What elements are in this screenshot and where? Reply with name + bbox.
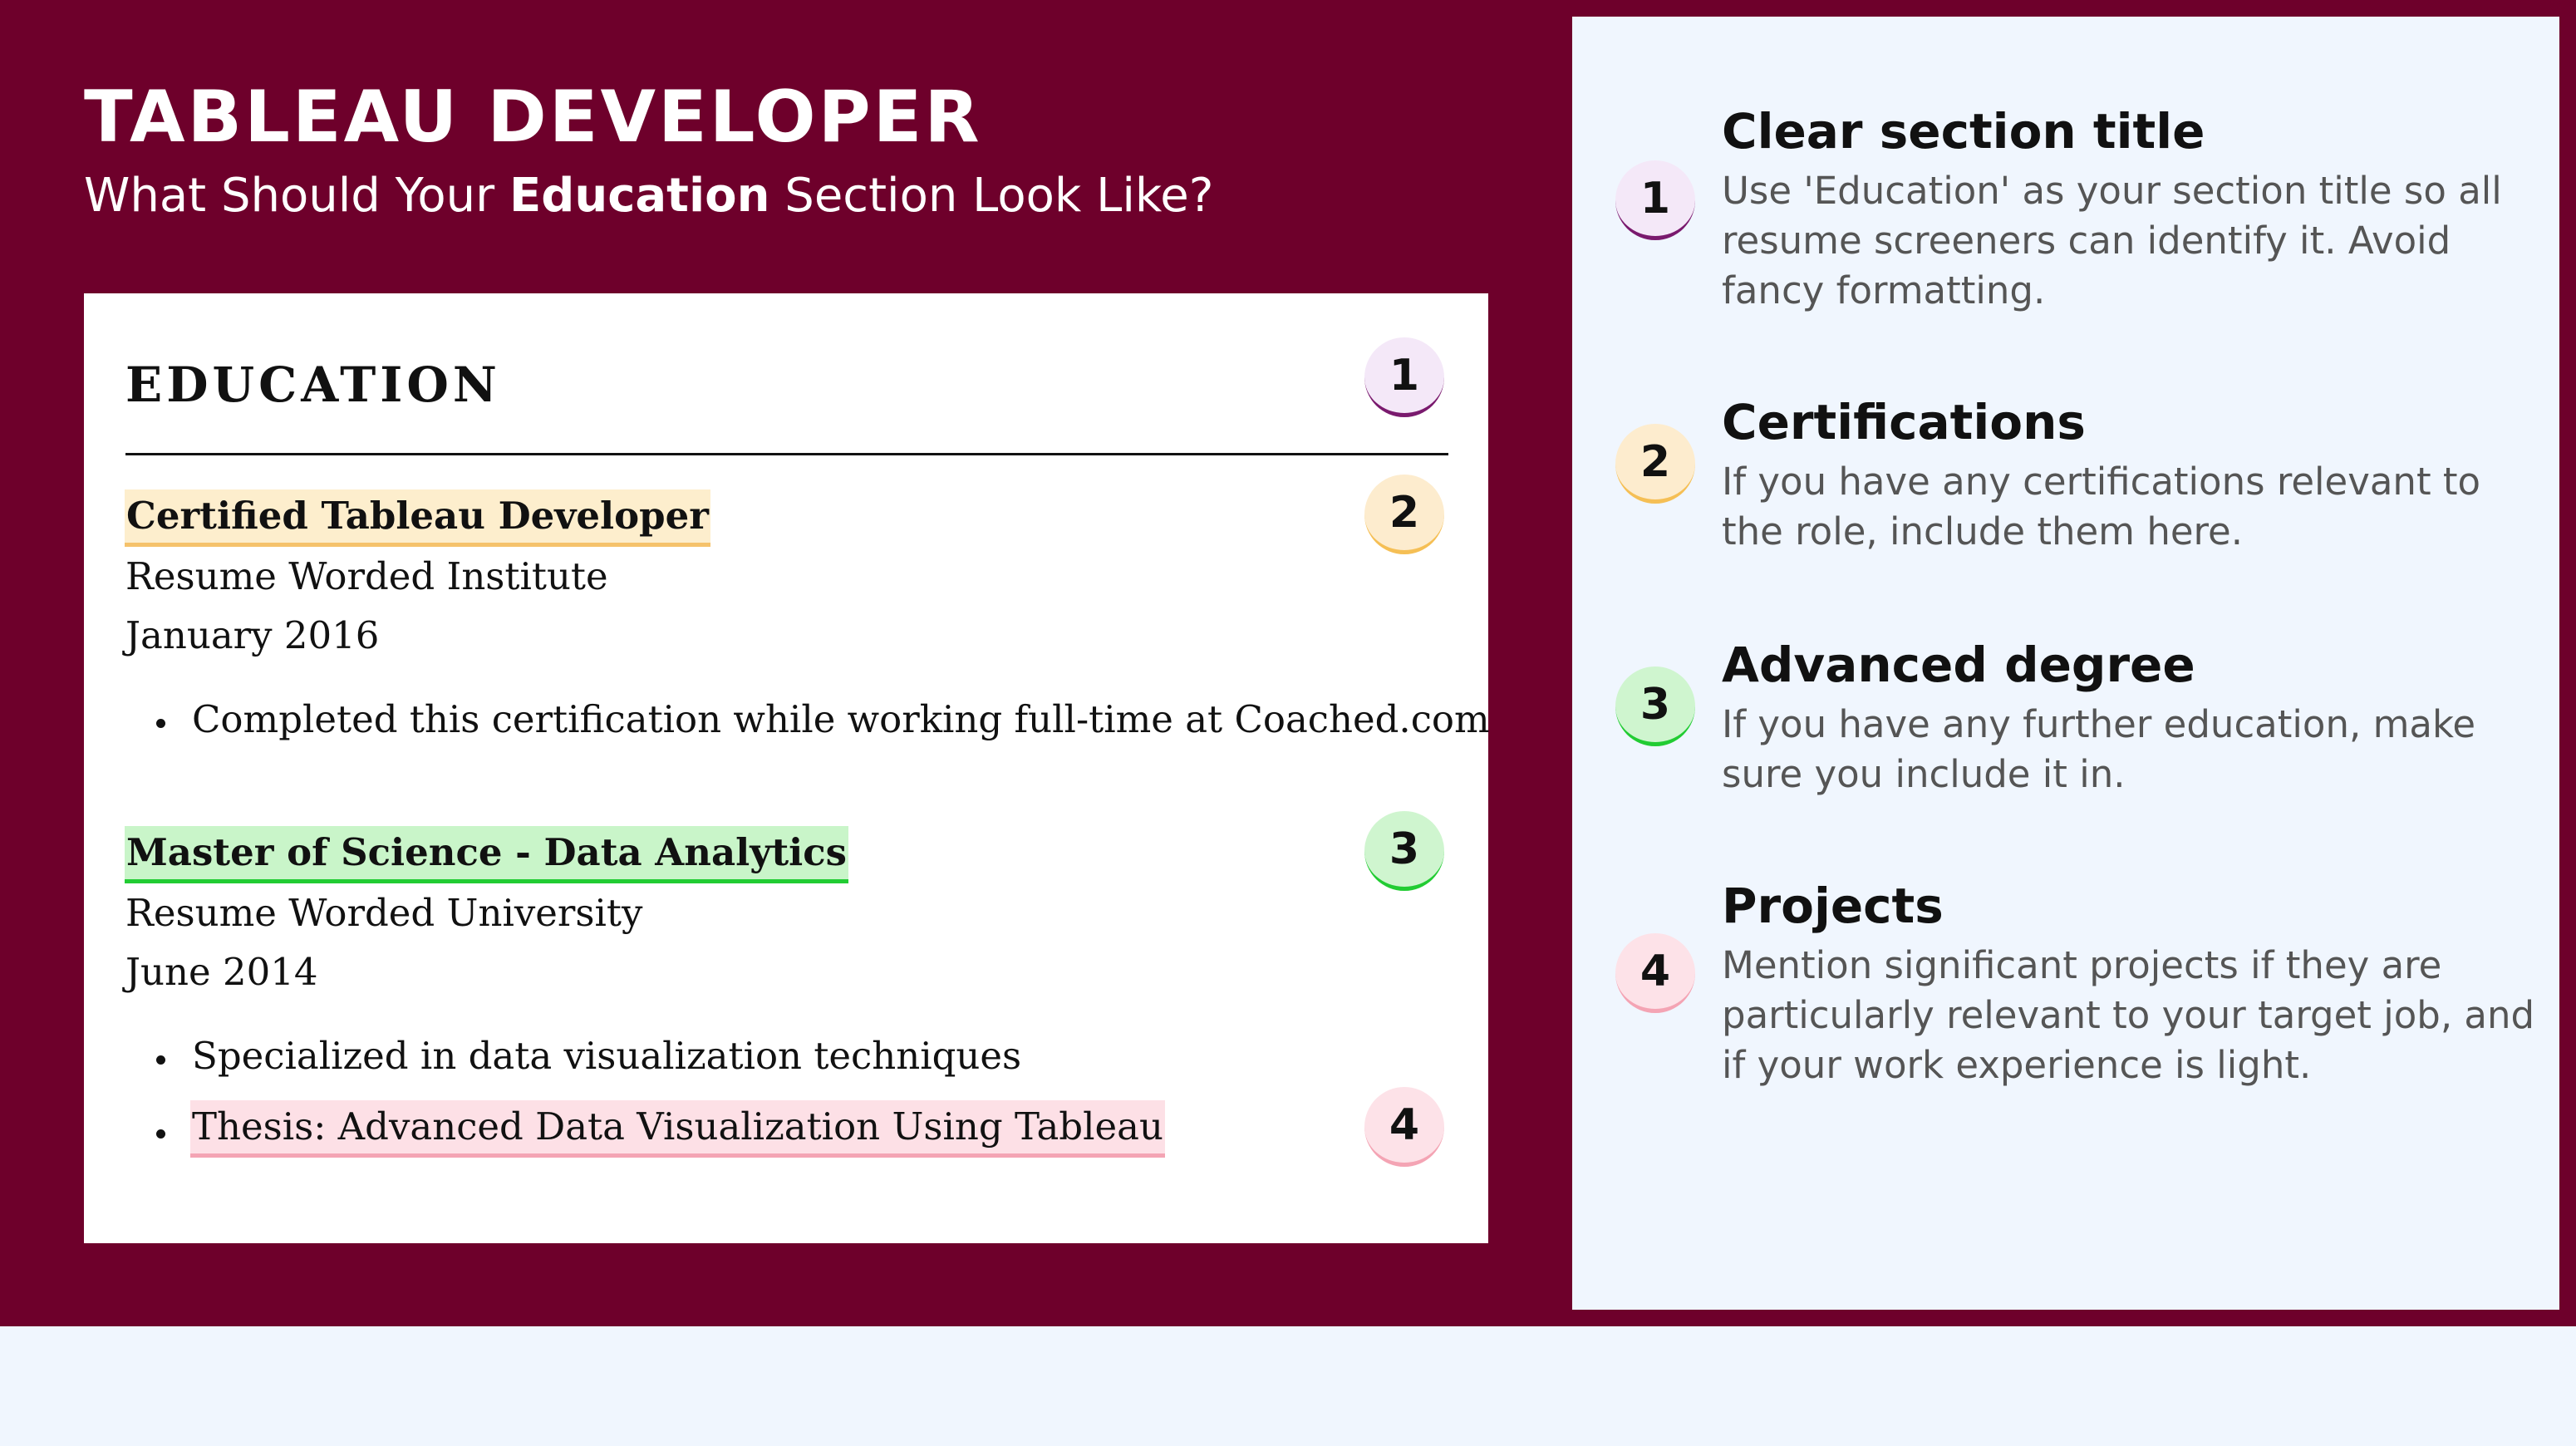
subtitle-bold: Education (509, 169, 770, 223)
page-title: TABLEAU DEVELOPER (84, 76, 982, 159)
tip-badge-4: 4 (1615, 933, 1695, 1013)
subtitle-pre: What Should Your (84, 169, 509, 223)
tip-badge-1: 1 (1615, 160, 1695, 240)
tip-body-1: Use 'Education' as your section title so… (1722, 169, 2502, 312)
date-1: January 2016 (125, 613, 380, 657)
tip-title-3: Advanced degree (1722, 637, 2195, 693)
tip-body-4: Mention significant projects if they are… (1722, 943, 2535, 1087)
date-2: June 2014 (125, 950, 318, 994)
institution-2: Resume Worded University (125, 891, 643, 935)
badge-3: 3 (1364, 811, 1444, 891)
badge-4: 4 (1364, 1087, 1444, 1167)
education-section-title: EDUCATION (125, 357, 501, 413)
bullet-2-2-thesis: Thesis: Advanced Data Visualization Usin… (190, 1100, 1165, 1158)
section-divider (125, 453, 1448, 455)
tip-title-2: Certifications (1722, 394, 2086, 450)
badge-2: 2 (1364, 475, 1444, 554)
bullet-2-1: Specialized in data visualization techni… (192, 1034, 1022, 1078)
tip-body-3: If you have any further education, make … (1722, 702, 2476, 796)
page-subtitle: What Should Your Education Section Look … (84, 165, 1213, 228)
subtitle-post: Section Look Like? (769, 169, 1214, 223)
tip-title-1: Clear section title (1722, 103, 2205, 160)
bullet-dot (156, 1129, 165, 1139)
degree-master-of-science: Master of Science - Data Analytics (125, 826, 848, 883)
tips-panel: 1 Clear section title Use 'Education' as… (1572, 17, 2559, 1310)
bullet-dot (156, 719, 165, 728)
degree-certified-tableau-developer: Certified Tableau Developer (125, 489, 710, 547)
tip-badge-3: 3 (1615, 666, 1695, 746)
tip-title-4: Projects (1722, 878, 1944, 934)
tip-badge-2: 2 (1615, 424, 1695, 504)
institution-1: Resume Worded Institute (125, 554, 608, 598)
resume-education-card: EDUCATION 1 Certified Tableau Developer … (84, 293, 1490, 1243)
tip-body-2: If you have any certifications relevant … (1722, 460, 2481, 553)
bullet-dot (156, 1055, 165, 1065)
badge-1: 1 (1364, 337, 1444, 417)
bullet-1-1: Completed this certification while worki… (192, 697, 1490, 741)
